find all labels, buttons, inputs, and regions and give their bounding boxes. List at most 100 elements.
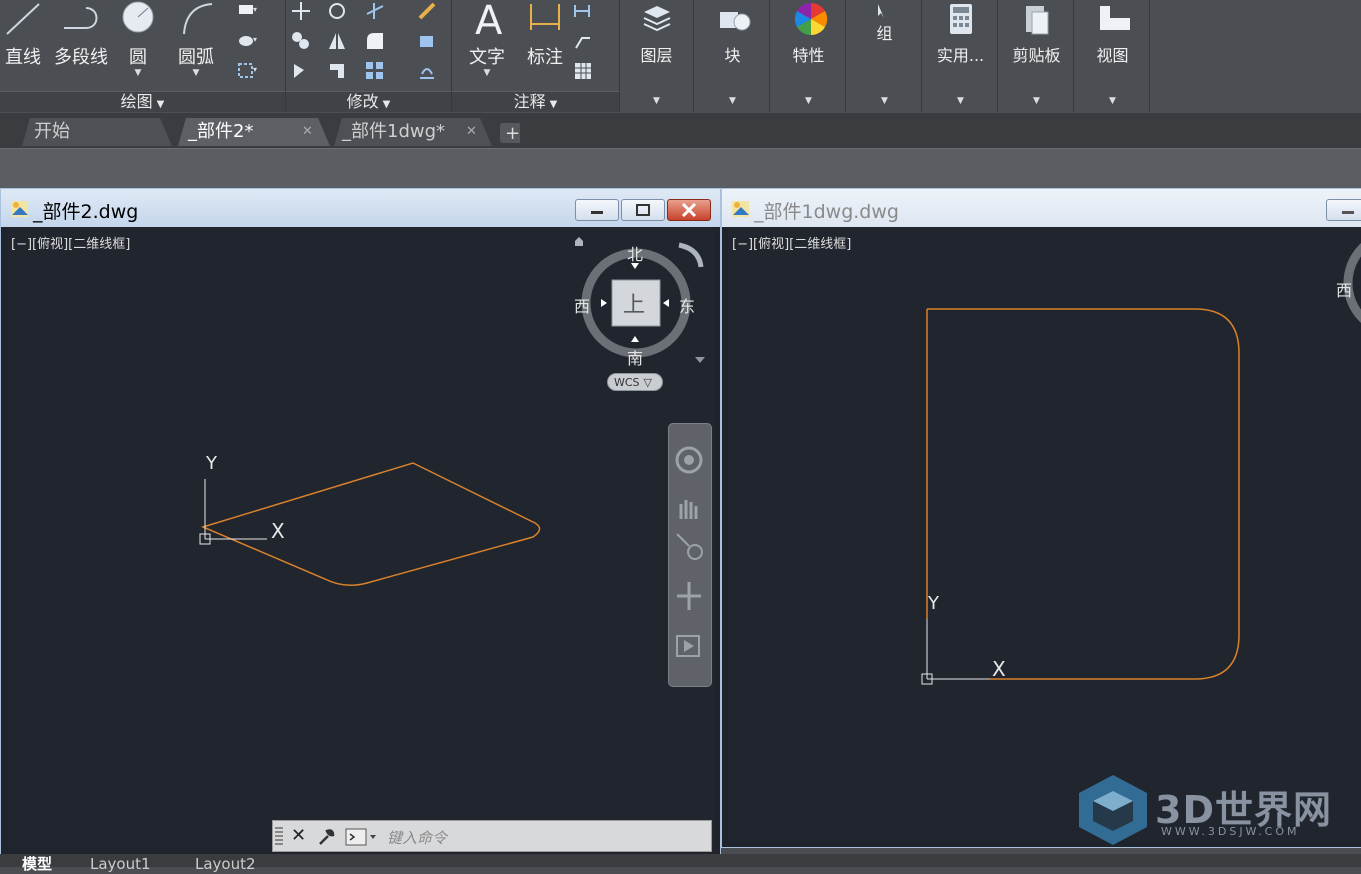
boundary-icon[interactable]: ▾ (236, 60, 258, 82)
chevron-down-icon[interactable]: ▼ (1000, 96, 1073, 106)
chevron-down-icon[interactable]: ▼ (924, 96, 997, 106)
maximize-button[interactable] (621, 199, 665, 221)
chevron-down-icon[interactable]: ▼ (464, 69, 510, 78)
command-line[interactable]: ✕ 键入命令 (272, 820, 712, 852)
draw-panel: 直线 多段线 圆 ▼ 圆弧 ▼ ▾ ▾ ▾ 绘图 ▼ (0, 0, 286, 112)
offset-icon[interactable] (416, 60, 438, 82)
scale-icon[interactable] (326, 60, 348, 82)
tab-part2-label: _部件2* (188, 121, 254, 142)
text-button[interactable]: A 文字 ▼ (464, 0, 510, 78)
array-icon[interactable] (364, 60, 386, 82)
modify-panel-title-text: 修改 (346, 92, 379, 111)
ucs-x-label: X (992, 657, 1006, 681)
utilities-panel[interactable]: 实用... ▼ (924, 0, 998, 112)
rotate-icon[interactable] (326, 0, 348, 22)
chevron-down-icon[interactable]: ▼ (848, 96, 921, 106)
svg-text:▾: ▾ (253, 65, 257, 74)
drawing-geometry[interactable] (7, 227, 714, 848)
tab-start-label: 开始 (34, 121, 70, 142)
tab-part2[interactable]: _部件2* ✕ (174, 118, 324, 146)
circle-button[interactable]: 圆 ▼ (118, 0, 158, 78)
leader-icon[interactable] (572, 30, 594, 52)
move-icon[interactable] (290, 0, 312, 22)
block-panel[interactable]: 块 ▼ (696, 0, 770, 112)
viewcube-west[interactable]: 西 (1336, 277, 1352, 301)
mirror-icon[interactable] (326, 30, 348, 52)
view-panel[interactable]: 视图 ▼ (1076, 0, 1150, 112)
window-titlebar[interactable]: _部件1dwg.dwg (722, 189, 1361, 227)
dimension-label: 标注 (527, 47, 563, 68)
copy-icon[interactable] (290, 30, 312, 52)
window-titlebar[interactable]: _部件2.dwg (1, 189, 720, 227)
tab-layout2[interactable]: Layout2 (195, 854, 256, 874)
line-button[interactable]: 直线 (2, 0, 44, 69)
minimize-button[interactable] (1326, 199, 1361, 221)
modify-panel: 修改 ▼ (286, 0, 452, 112)
block-label: 块 (724, 46, 741, 65)
stretch-icon[interactable] (290, 60, 312, 82)
properties-panel[interactable]: 特性 ▼ (772, 0, 846, 112)
annotation-panel: A 文字 ▼ 标注 注释 ▼ (452, 0, 620, 112)
draw-panel-title[interactable]: 绘图 ▼ (0, 91, 285, 112)
minimize-icon (1342, 211, 1354, 214)
command-input[interactable]: 键入命令 (387, 827, 447, 848)
chevron-down-icon[interactable]: ▼ (696, 96, 769, 106)
layout-tab-bar: 模型 Layout1 Layout2 (0, 854, 1361, 873)
groups-panel[interactable]: 组 ▼ (848, 0, 922, 112)
annotation-panel-title-text: 注释 (513, 92, 546, 111)
line-icon (6, 3, 40, 35)
linear-dimension-icon[interactable] (572, 0, 594, 22)
table-icon[interactable] (572, 60, 594, 82)
chevron-down-icon[interactable]: ▼ (172, 69, 220, 78)
annotation-panel-title[interactable]: 注释 ▼ (452, 91, 619, 112)
polyline-label: 多段线 (54, 47, 108, 68)
drawing-window-left[interactable]: _部件2.dwg [−][俯视][二维线框] 北 南 东 西 上 WCS ▽ Y… (0, 188, 721, 855)
close-icon[interactable]: ✕ (291, 825, 306, 846)
ucs-y-label: Y (928, 593, 939, 614)
layers-panel[interactable]: 图层 ▼ (620, 0, 694, 112)
drag-handle-icon[interactable] (275, 827, 283, 847)
clipboard-label: 剪贴板 (1012, 46, 1061, 65)
rectangle-icon[interactable]: ▾ (236, 0, 258, 22)
watermark: 3D世界网 WWW.3DSJW.COM (1075, 773, 1355, 848)
file-tab-bar: 开始 _部件2* ✕ _部件1dwg* ✕ + (0, 113, 1361, 148)
model-canvas[interactable]: [−][俯视][二维线框] Y X 西 (728, 227, 1361, 841)
properties-label: 特性 (792, 46, 825, 65)
arc-button[interactable]: 圆弧 ▼ (172, 0, 220, 78)
trim-icon[interactable] (364, 0, 386, 22)
polyline-button[interactable]: 多段线 (50, 0, 112, 69)
hatch-icon[interactable]: ▾ (236, 30, 258, 52)
chevron-down-icon[interactable]: ▼ (772, 96, 845, 106)
close-icon[interactable]: ✕ (466, 118, 477, 146)
dimension-button[interactable]: 标注 (522, 0, 568, 69)
close-button[interactable] (667, 199, 711, 221)
view-label: 视图 (1096, 46, 1129, 65)
drawing-window-right[interactable]: _部件1dwg.dwg [−][俯视][二维线框] Y X 西 (721, 188, 1361, 848)
tab-model[interactable]: 模型 (22, 854, 52, 874)
erase-icon[interactable] (416, 0, 438, 22)
chevron-down-icon[interactable]: ▼ (118, 69, 158, 78)
layers-icon (643, 6, 671, 32)
minimize-button[interactable] (575, 199, 619, 221)
tab-start[interactable]: 开始 (20, 118, 170, 146)
clipboard-panel[interactable]: 剪贴板 ▼ (1000, 0, 1074, 112)
chevron-down-icon[interactable]: ▼ (620, 96, 693, 106)
workspace-strip (0, 148, 1361, 189)
new-tab-plus-icon[interactable]: + (505, 123, 520, 144)
drawing-file-icon (11, 201, 28, 217)
draw-panel-title-text: 绘图 (120, 92, 153, 111)
modify-panel-title[interactable]: 修改 ▼ (286, 91, 451, 112)
solid-edit-icon[interactable] (416, 30, 438, 52)
wrench-icon[interactable] (317, 827, 337, 847)
model-canvas[interactable]: [−][俯视][二维线框] 北 南 东 西 上 WCS ▽ Y X (7, 227, 714, 848)
drawing-geometry[interactable] (728, 227, 1361, 841)
fillet-icon[interactable] (364, 30, 386, 52)
drawing-file-icon (732, 201, 749, 217)
dimension-icon (530, 4, 560, 30)
command-prompt-icon[interactable] (345, 827, 379, 847)
tab-layout1[interactable]: Layout1 (90, 854, 151, 874)
close-icon[interactable]: ✕ (302, 118, 313, 146)
tab-part1[interactable]: _部件1dwg* ✕ (328, 118, 488, 146)
calculator-icon (950, 4, 972, 34)
chevron-down-icon[interactable]: ▼ (1076, 96, 1149, 106)
